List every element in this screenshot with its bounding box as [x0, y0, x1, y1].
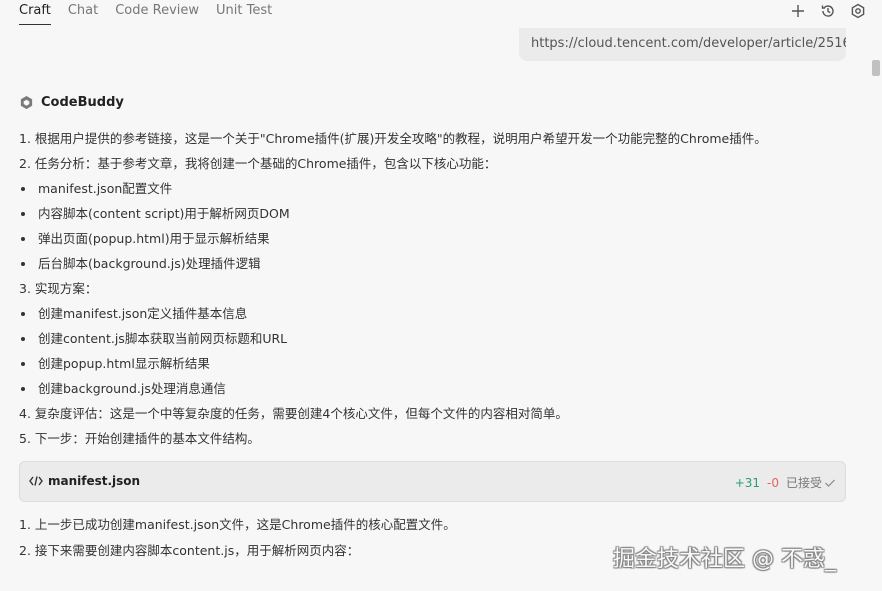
list-item: 创建content.js脚本获取当前网页标题和URL — [19, 330, 287, 348]
lines-removed: -0 — [767, 475, 779, 490]
list-item: 创建background.js处理消息通信 — [19, 380, 226, 398]
step-5: 5. 下一步：开始创建插件的基本文件结构。 — [19, 431, 260, 446]
list-item-text: 创建popup.html显示解析结果 — [38, 356, 210, 371]
step-1: 1. 根据用户提供的参考链接，这是一个关于"Chrome插件(扩展)开发全攻略"… — [19, 131, 767, 146]
bullet-dot — [21, 387, 25, 391]
scrollbar[interactable] — [870, 28, 882, 591]
app-root: Craft Chat Code Review Unit Test https:/… — [0, 0, 882, 591]
step-2: 2. 任务分析：基于参考文章，我将创建一个基础的Chrome插件，包含以下核心功… — [19, 156, 497, 171]
list-item-text: 创建manifest.json定义插件基本信息 — [38, 306, 248, 321]
followup-line-1: 1. 上一步已成功创建manifest.json文件，这是Chrome插件的核心… — [19, 517, 456, 532]
tab-code-review[interactable]: Code Review — [115, 0, 199, 24]
bullet-dot — [21, 262, 25, 266]
history-icon — [821, 5, 834, 17]
list-item: 弹出页面(popup.html)用于显示解析结果 — [19, 230, 270, 248]
toolbar-actions — [788, 1, 868, 21]
list-item: 创建manifest.json定义插件基本信息 — [19, 305, 247, 323]
new-chat-button[interactable] — [788, 1, 808, 21]
tab-unit-test[interactable]: Unit Test — [216, 0, 272, 24]
step-4: 4. 复杂度评估：这是一个中等复杂度的任务，需要创建4个核心文件，但每个文件的内… — [19, 406, 568, 421]
codebuddy-logo-icon — [20, 95, 33, 110]
bullet-dot — [21, 237, 25, 241]
scrollbar-thumb[interactable] — [872, 60, 880, 76]
bullet-dot — [21, 337, 25, 341]
list-item-text: manifest.json配置文件 — [38, 181, 173, 196]
list-item-text: 内容脚本(content script)用于解析网页DOM — [38, 206, 290, 221]
file-name: manifest.json — [48, 474, 141, 488]
code-icon — [29, 476, 43, 486]
user-message-text[interactable]: https://cloud.tencent.com/developer/arti… — [531, 36, 846, 51]
accepted-status-label: 已接受 — [785, 476, 822, 490]
assistant-name: CodeBuddy — [41, 95, 124, 110]
bullet-dot — [21, 187, 25, 191]
assistant-header: CodeBuddy — [19, 95, 124, 110]
accepted-status[interactable]: 已接受 — [786, 474, 836, 491]
file-change-card[interactable]: manifest.json +31 -0 已接受 — [19, 461, 846, 502]
followup-line-2: 2. 接下来需要创建内容脚本content.js，用于解析网页内容： — [19, 543, 360, 558]
list-item: 创建popup.html显示解析结果 — [19, 355, 210, 373]
plus-icon — [792, 5, 804, 17]
list-item: manifest.json配置文件 — [19, 180, 172, 198]
user-message-bubble: https://cloud.tencent.com/developer/arti… — [519, 28, 846, 61]
file-card-stats: +31 -0 已接受 — [735, 474, 836, 491]
history-button[interactable] — [818, 1, 838, 21]
settings-icon — [851, 3, 865, 19]
list-item: 后台脚本(background.js)处理插件逻辑 — [19, 255, 261, 273]
tabs: Craft Chat Code Review Unit Test — [19, 0, 289, 25]
step-3: 3. 实现方案： — [19, 281, 98, 296]
lines-added: +31 — [734, 475, 761, 490]
list-item-text: 后台脚本(background.js)处理插件逻辑 — [38, 256, 261, 271]
list-item-text: 创建content.js脚本获取当前网页标题和URL — [38, 331, 288, 346]
settings-button[interactable] — [848, 1, 868, 21]
bullet-dot — [21, 212, 25, 216]
file-card-left: manifest.json — [29, 474, 140, 488]
list-item-text: 创建background.js处理消息通信 — [38, 381, 226, 396]
tab-craft[interactable]: Craft — [19, 0, 51, 25]
list-item-text: 弹出页面(popup.html)用于显示解析结果 — [38, 231, 270, 246]
tab-chat[interactable]: Chat — [68, 0, 98, 24]
list-item: 内容脚本(content script)用于解析网页DOM — [19, 205, 290, 223]
bullet-dot — [21, 362, 25, 366]
tab-bar: Craft Chat Code Review Unit Test — [0, 0, 882, 28]
bullet-dot — [21, 312, 25, 316]
watermark: 掘金技术社区 @ 不惑_ — [613, 547, 836, 572]
check-icon — [825, 479, 835, 487]
